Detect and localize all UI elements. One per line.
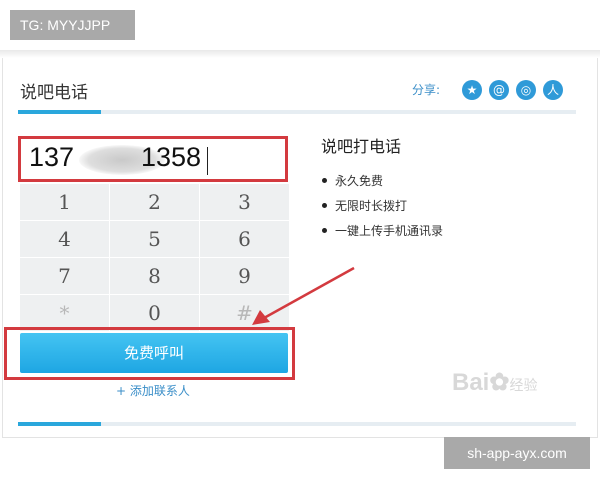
share-label: 分享:: [412, 83, 441, 97]
qzone-icon[interactable]: ★: [462, 80, 482, 100]
key-6[interactable]: 6: [200, 221, 289, 257]
key-3[interactable]: 3: [200, 184, 289, 220]
baidu-watermark: Bai✿经验: [452, 368, 572, 408]
phone-number-prefix: 137: [29, 142, 75, 172]
annotation-arrow-icon: [252, 266, 355, 325]
phone-number-input[interactable]: 137 1358: [18, 136, 288, 182]
key-0[interactable]: 0: [110, 295, 199, 331]
feature-label: 一键上传手机通讯录: [335, 224, 444, 238]
text-caret: [207, 147, 208, 175]
phone-number-suffix: 1358: [141, 142, 202, 172]
baidu-suffix: 经验: [509, 377, 538, 393]
bullet-icon: [322, 203, 327, 208]
bottom-divider: [18, 422, 576, 426]
sina-weibo-icon[interactable]: ◎: [516, 80, 536, 100]
feature-item: 一键上传手机通讯录: [322, 222, 443, 239]
title-divider: [18, 110, 576, 114]
key-8[interactable]: 8: [110, 258, 199, 294]
paw-icon: ✿: [489, 369, 510, 396]
feature-label: 无限时长拨打: [335, 199, 408, 213]
key-star[interactable]: *: [20, 295, 109, 331]
add-contact-link[interactable]: + 添加联系人: [116, 382, 190, 399]
feature-item: 永久免费: [322, 172, 383, 189]
key-1[interactable]: 1: [20, 184, 109, 220]
feature-label: 永久免费: [335, 174, 384, 188]
baidu-brand: Bai: [452, 369, 490, 396]
sidebar-title: 说吧打电话: [321, 137, 402, 156]
bullet-icon: [322, 178, 327, 183]
key-7[interactable]: 7: [20, 258, 109, 294]
key-4[interactable]: 4: [20, 221, 109, 257]
tencent-weibo-icon[interactable]: @: [489, 80, 509, 100]
site-watermark-badge: sh-app-ayx.com: [444, 437, 590, 469]
renren-icon[interactable]: 人: [543, 80, 563, 100]
key-2[interactable]: 2: [110, 184, 199, 220]
page-title: 说吧电话: [20, 83, 88, 103]
feature-item: 无限时长拨打: [322, 197, 407, 214]
key-5[interactable]: 5: [110, 221, 199, 257]
top-shade: [0, 50, 600, 58]
bullet-icon: [322, 228, 327, 233]
tg-watermark-badge: TG: MYYJJPP: [10, 10, 135, 40]
free-call-button[interactable]: 免费呼叫: [20, 333, 288, 373]
